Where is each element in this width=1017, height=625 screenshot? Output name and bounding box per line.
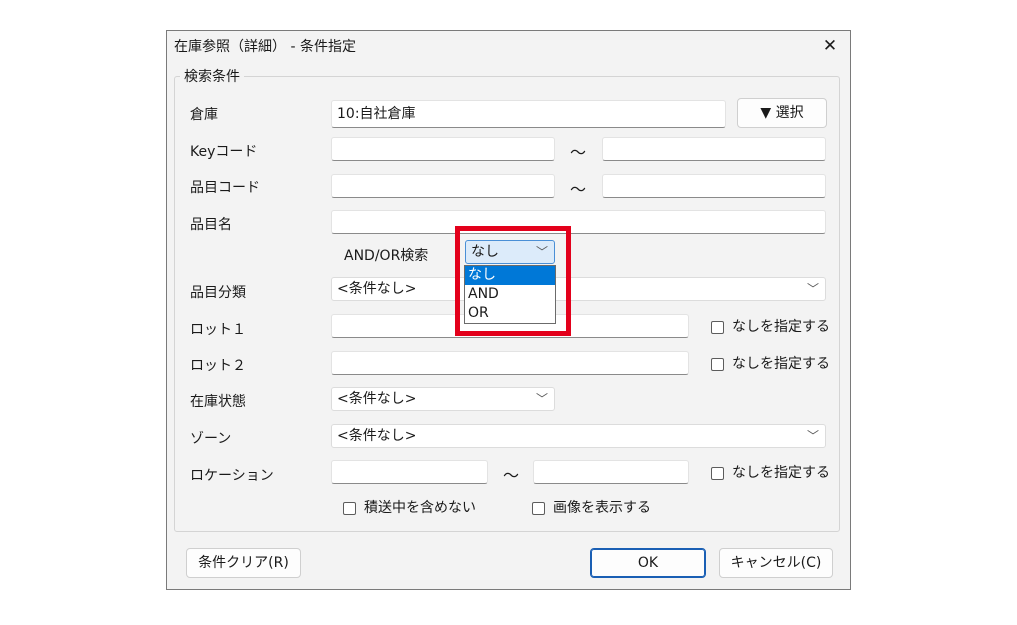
- checkbox-icon: [532, 501, 545, 515]
- lot2-label: ロット２: [190, 358, 246, 374]
- show-image-label: 画像を表示する: [553, 500, 651, 516]
- chevron-down-icon: ﹀: [806, 429, 819, 443]
- location-tilde: ～: [503, 466, 520, 485]
- and-or-option-or[interactable]: OR: [465, 304, 555, 323]
- item-category-value: <条件なし>: [337, 281, 417, 297]
- key-code-from-input[interactable]: [331, 137, 555, 161]
- item-name-label: 品目名: [190, 217, 232, 233]
- lot1-none-label: なしを指定する: [732, 319, 830, 335]
- item-code-from-input[interactable]: [331, 174, 555, 198]
- checkbox-icon: [711, 466, 724, 480]
- zone-combo[interactable]: <条件なし> ﹀: [331, 424, 826, 448]
- exclude-in-transit-label: 積送中を含めない: [364, 500, 476, 516]
- item-name-input[interactable]: [331, 210, 826, 234]
- chevron-down-icon: ﹀: [806, 282, 819, 296]
- item-code-label: 品目コード: [190, 180, 260, 196]
- group-title: 検索条件: [180, 68, 244, 86]
- lot2-none-checkbox[interactable]: なしを指定する: [711, 355, 830, 373]
- chevron-down-icon: ﹀: [535, 392, 548, 406]
- key-code-to-input[interactable]: [602, 137, 826, 161]
- chevron-down-icon: ﹀: [535, 245, 548, 259]
- window-title: 在庫参照（詳細） - 条件指定: [174, 39, 356, 55]
- lot2-input[interactable]: [331, 351, 689, 375]
- zone-label: ゾーン: [190, 431, 232, 447]
- checkbox-icon: [711, 320, 724, 334]
- key-code-label: Keyコード: [190, 144, 258, 160]
- and-or-combo[interactable]: なし ﹀: [465, 240, 555, 264]
- lot1-none-checkbox[interactable]: なしを指定する: [711, 318, 830, 336]
- stock-status-combo[interactable]: <条件なし> ﹀: [331, 387, 555, 411]
- location-none-label: なしを指定する: [732, 465, 830, 481]
- and-or-option-none[interactable]: なし: [465, 266, 555, 285]
- location-label: ロケーション: [190, 468, 274, 484]
- and-or-label: AND/OR検索: [344, 248, 429, 264]
- checkbox-icon: [343, 501, 356, 515]
- cancel-button[interactable]: キャンセル(C): [719, 548, 833, 578]
- key-code-tilde: ～: [570, 143, 587, 162]
- and-or-option-and[interactable]: AND: [465, 285, 555, 304]
- item-category-combo[interactable]: <条件なし> ﹀: [331, 277, 826, 301]
- and-or-selected-value: なし: [471, 244, 499, 260]
- lot2-none-label: なしを指定する: [732, 356, 830, 372]
- lot1-label: ロット１: [190, 322, 246, 338]
- location-from-input[interactable]: [331, 460, 488, 484]
- ok-button[interactable]: OK: [590, 548, 706, 578]
- stock-status-value: <条件なし>: [337, 391, 417, 407]
- close-icon[interactable]: ✕: [818, 34, 842, 58]
- location-to-input[interactable]: [533, 460, 689, 484]
- location-none-checkbox[interactable]: なしを指定する: [711, 464, 830, 482]
- warehouse-field[interactable]: 10:自社倉庫: [331, 100, 726, 128]
- item-code-tilde: ～: [570, 180, 587, 199]
- warehouse-select-button[interactable]: ▼ 選択: [737, 98, 827, 128]
- and-or-dropdown-list: なし AND OR: [464, 265, 556, 324]
- clear-conditions-button[interactable]: 条件クリア(R): [186, 548, 301, 578]
- zone-value: <条件なし>: [337, 428, 417, 444]
- show-image-checkbox[interactable]: 画像を表示する: [532, 499, 651, 517]
- warehouse-label: 倉庫: [190, 107, 218, 123]
- stock-status-label: 在庫状態: [190, 394, 246, 410]
- exclude-in-transit-checkbox[interactable]: 積送中を含めない: [343, 499, 476, 517]
- item-category-label: 品目分類: [190, 285, 246, 301]
- item-code-to-input[interactable]: [602, 174, 826, 198]
- checkbox-icon: [711, 357, 724, 371]
